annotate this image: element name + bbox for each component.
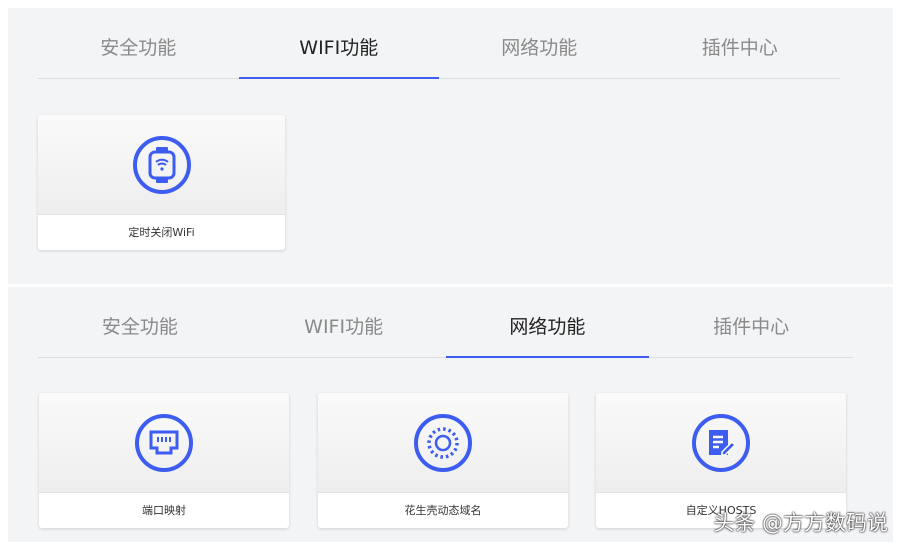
tab-security[interactable]: 安全功能 (38, 287, 242, 357)
tab-wifi[interactable]: WIFI功能 (242, 287, 446, 357)
card-oray-ddns[interactable]: 花生壳动态域名 (318, 393, 568, 528)
edit-document-icon (692, 413, 750, 472)
card-label: 定时关闭WiFi (128, 226, 195, 239)
tab-bar: 安全功能 WIFI功能 网络功能 插件中心 (38, 8, 840, 79)
wifi-watch-icon (132, 135, 191, 194)
card-port-mapping[interactable]: 端口映射 (39, 393, 289, 528)
network-features-panel: 安全功能 WIFI功能 网络功能 插件中心 端口映射 花生壳动态域名 自定义HO… (8, 287, 893, 542)
card-scheduled-wifi-off[interactable]: 定时关闭WiFi (38, 115, 285, 250)
dotted-circle-icon (414, 413, 472, 472)
tab-plugins[interactable]: 插件中心 (649, 287, 853, 357)
card-label: 花生壳动态域名 (404, 504, 482, 517)
tab-security[interactable]: 安全功能 (38, 8, 239, 78)
card-label: 端口映射 (142, 504, 186, 517)
watermark: 头条 @方方数码说 (713, 511, 888, 535)
wifi-features-panel: 安全功能 WIFI功能 网络功能 插件中心 定时关闭WiFi (8, 8, 893, 284)
tab-network[interactable]: 网络功能 (445, 287, 650, 358)
ethernet-port-icon (135, 413, 193, 472)
tab-network[interactable]: 网络功能 (439, 8, 640, 78)
tab-bar: 安全功能 WIFI功能 网络功能 插件中心 (38, 287, 853, 358)
tab-wifi[interactable]: WIFI功能 (238, 8, 440, 79)
tab-plugins[interactable]: 插件中心 (640, 8, 841, 78)
